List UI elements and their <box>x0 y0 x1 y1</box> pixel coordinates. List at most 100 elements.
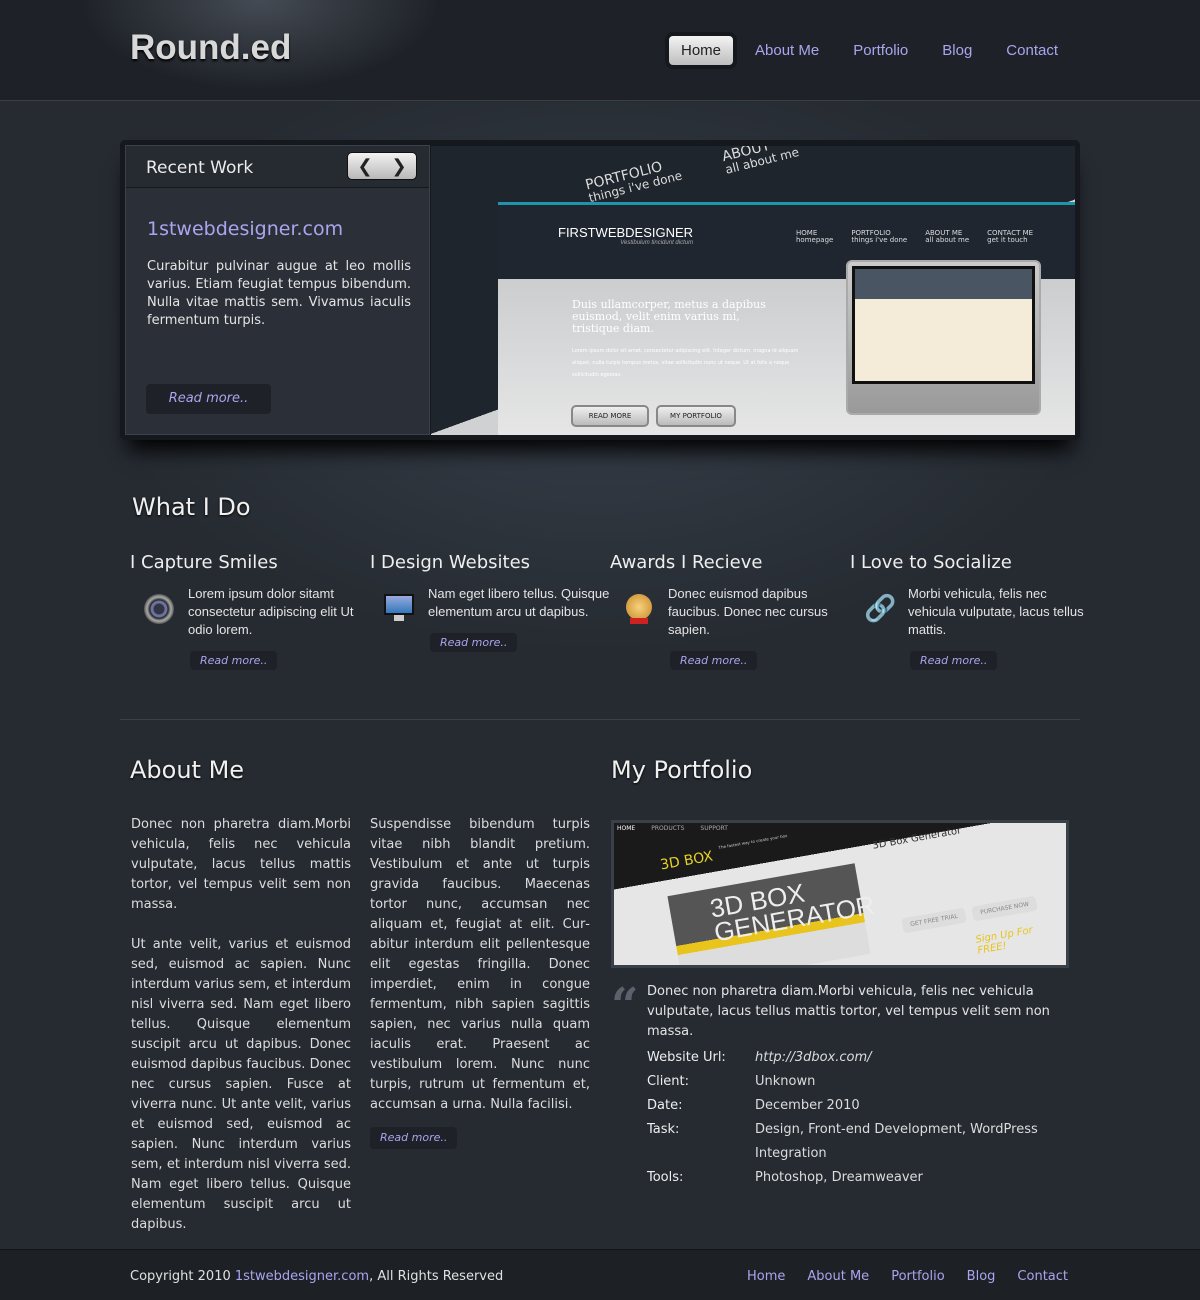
about-paragraph: Suspendisse bibendum turpis vitae nibh b… <box>370 817 590 1112</box>
detail-row: Tools: Photoshop, Dreamweaver <box>647 1166 1045 1190</box>
tilt-about: ABOUT all about me <box>720 146 800 177</box>
about-paragraph: Donec non pharetra diam.Morbi vehicula, … <box>131 817 351 912</box>
mock-body: Lorem ipsum dolor sit amet, consectetur … <box>572 348 799 378</box>
slide-description: Curabitur pulvinar augue at leo mollis v… <box>147 259 411 328</box>
nav-portfolio[interactable]: Portfolio <box>841 36 920 65</box>
feature-capture-smiles: I Capture Smiles Lorem ipsum dolor sitam… <box>130 552 370 670</box>
tilt-portfolio: PORTFOLIO things i've done <box>584 157 684 205</box>
chevron-right-icon[interactable]: ❯ <box>391 156 406 177</box>
mock-nav-sub: all about me <box>925 236 970 244</box>
slide-screenshot[interactable]: PORTFOLIO things i've done ABOUT all about… <box>431 146 1075 435</box>
feature-read-more[interactable]: Read more.. <box>670 651 758 670</box>
copyright-prefix: Copyright 2010 <box>130 1269 235 1284</box>
detail-label: Task: <box>647 1122 680 1137</box>
website-url-link[interactable]: http://3dbox.com/ <box>755 1046 1045 1070</box>
pf-tagline: The fastest way to create your box <box>718 832 788 851</box>
mock-headline: Duis ullamcorper, metus a dapibus euismo… <box>572 298 766 335</box>
copyright-suffix: , All Rights Reserved <box>369 1269 504 1284</box>
pf-logo: 3D BOX <box>659 848 715 874</box>
nav-home[interactable]: Home <box>669 36 734 65</box>
copyright: Copyright 2010 1stwebdesigner.com, All R… <box>130 1269 503 1284</box>
feature-title: Awards I Recieve <box>610 552 763 573</box>
imac-image <box>846 260 1041 415</box>
about-read-more[interactable]: Read more.. <box>370 1127 458 1149</box>
slider-title: Recent Work <box>146 158 254 178</box>
footer-nav-home[interactable]: Home <box>747 1269 785 1284</box>
detail-value: Photoshop, Dreamweaver <box>755 1170 923 1185</box>
portfolio-image[interactable]: HOME PRODUCTS SUPPORT 3D BOX The fastest w… <box>611 820 1069 968</box>
recent-work-slider: Recent Work ❮ ❯ 1stwebdesigner.com Curab… <box>120 140 1080 440</box>
monitor-icon <box>384 594 414 624</box>
slider-header: Recent Work ❮ ❯ <box>126 146 429 188</box>
logo[interactable]: Round.ed <box>130 28 291 68</box>
footer-nav-blog[interactable]: Blog <box>967 1269 996 1284</box>
chain-link-icon: 🔗 <box>864 594 897 624</box>
pf-heading: 3D Box Generator <box>871 825 963 852</box>
portfolio-title: My Portfolio <box>611 756 753 784</box>
footer: Copyright 2010 1stwebdesigner.com, All R… <box>0 1249 1200 1300</box>
mock-nav-item: ABOUT ME all about me <box>925 230 969 244</box>
quote-icon: “ <box>611 978 639 1034</box>
mock-nav-sub: get it touch <box>987 236 1028 244</box>
pf-btn1: GET FREE TRIAL <box>901 907 968 934</box>
footer-nav: Home About Me Portfolio Blog Contact <box>747 1269 1068 1284</box>
pf-signup: Sign Up For FREE! <box>974 924 1034 957</box>
slide-read-more-button[interactable]: Read more.. <box>146 384 271 414</box>
mock-read-more: READ MORE <box>571 405 649 427</box>
detail-row: Website Url: http://3dbox.com/ <box>647 1046 1045 1070</box>
pf-nav-item: PRODUCTS <box>651 825 685 832</box>
about-title: About Me <box>130 756 245 784</box>
mock-portfolio: MY PORTFOLIO <box>656 405 736 427</box>
mock-nav-item: HOME homepage <box>796 230 833 244</box>
nav-blog[interactable]: Blog <box>930 36 984 65</box>
detail-row: Date: December 2010 <box>647 1094 1045 1118</box>
copyright-link[interactable]: 1stwebdesigner.com <box>235 1269 369 1284</box>
about-column-1: Donec non pharetra diam.Morbi vehicula, … <box>131 815 351 1235</box>
feature-read-more[interactable]: Read more.. <box>910 651 998 670</box>
section-divider <box>120 719 1080 720</box>
medal-icon <box>624 594 654 624</box>
pf-nav-item: SUPPORT <box>700 825 728 832</box>
mock-nav-sub: things i've done <box>851 236 908 244</box>
feature-text: Nam eget libero tellus. Quisque elementu… <box>428 586 610 619</box>
detail-label: Website Url: <box>647 1050 726 1065</box>
mock-nav: HOME homepage PORTFOLIO things i've done A… <box>796 230 1033 244</box>
footer-nav-about[interactable]: About Me <box>807 1269 869 1284</box>
mock-nav-item: CONTACT ME get it touch <box>987 230 1033 244</box>
about-column-2: Suspendisse bibendum turpis vitae nibh b… <box>370 815 590 1149</box>
feature-read-more[interactable]: Read more.. <box>190 651 278 670</box>
mock-nav-item: PORTFOLIO things i've done <box>851 230 907 244</box>
nav-contact[interactable]: Contact <box>994 36 1070 65</box>
mock-nav-sub: homepage <box>796 236 834 244</box>
feature-title: I Design Websites <box>370 552 531 573</box>
header: Round.ed Home About Me Portfolio Blog Co… <box>0 0 1200 101</box>
detail-label: Client: <box>647 1074 690 1089</box>
mock-brand: FIRSTWEBDESIGNER Vestibulum tincidunt dic… <box>558 225 693 246</box>
what-i-do-title: What I Do <box>132 493 251 521</box>
pf-nav-item: HOME <box>617 825 636 832</box>
slider-arrows: ❮ ❯ <box>347 152 417 180</box>
chevron-left-icon[interactable]: ❮ <box>357 156 372 177</box>
detail-label: Date: <box>647 1098 683 1113</box>
footer-nav-contact[interactable]: Contact <box>1017 1269 1068 1284</box>
nav-about[interactable]: About Me <box>743 36 831 65</box>
slider-info-panel: Recent Work ❮ ❯ 1stwebdesigner.com Curab… <box>125 145 430 435</box>
feature-read-more[interactable]: Read more.. <box>430 633 518 652</box>
detail-value: December 2010 <box>755 1098 860 1113</box>
feature-text: Morbi vehicula, felis nec vehicula vulpu… <box>908 586 1084 637</box>
feature-awards: Awards I Recieve Donec euismod dapibus f… <box>610 552 850 670</box>
feature-socialize: I Love to Socialize 🔗 Morbi vehicula, fe… <box>850 552 1090 670</box>
detail-row: Client: Unknown <box>647 1070 1045 1094</box>
portfolio-quote: Donec non pharetra diam.Morbi vehicula, … <box>647 984 1050 1039</box>
feature-text: Donec euismod dapibus faucibus. Donec ne… <box>668 586 828 637</box>
footer-nav-portfolio[interactable]: Portfolio <box>891 1269 944 1284</box>
about-paragraph: Ut ante velit, varius et euismod sed, eu… <box>131 937 351 1232</box>
camera-icon <box>144 594 174 624</box>
detail-value: Unknown <box>755 1074 816 1089</box>
mock-brand-text: FIRSTWEBDESIGNER <box>558 225 694 240</box>
detail-label: Tools: <box>647 1170 684 1185</box>
detail-row: Task: Design, Front-end Development, Word… <box>647 1118 1045 1166</box>
detail-value: Design, Front-end Development, WordPress… <box>755 1122 1038 1161</box>
mock-tagline: Vestibulum tincidunt dictum <box>620 240 694 246</box>
slide-title-link[interactable]: 1stwebdesigner.com <box>147 218 343 240</box>
